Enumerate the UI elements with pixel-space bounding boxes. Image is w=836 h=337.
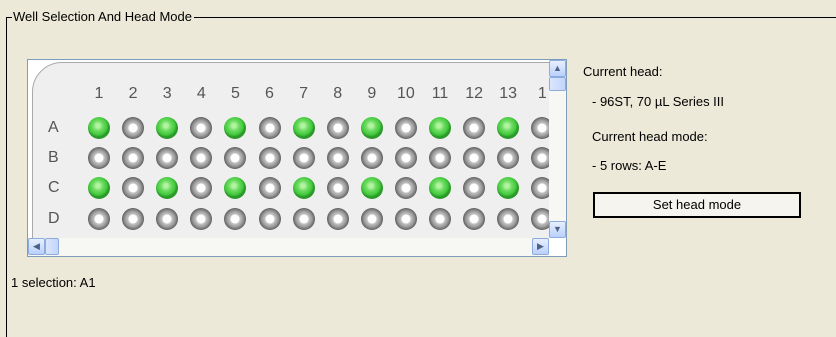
- selection-status: 1 selection: A1: [11, 275, 96, 290]
- vertical-scrollbar[interactable]: ▲ ▼: [549, 60, 566, 238]
- vertical-scroll-thumb[interactable]: [549, 77, 566, 91]
- column-label: 13: [499, 85, 518, 102]
- well-D3[interactable]: [156, 207, 179, 230]
- well-C14[interactable]: [531, 177, 549, 200]
- well-D5[interactable]: [224, 207, 247, 230]
- well-A9[interactable]: [360, 117, 383, 139]
- well-D6[interactable]: [258, 207, 281, 230]
- horizontal-scroll-thumb[interactable]: [45, 238, 59, 255]
- well-C6[interactable]: [258, 177, 281, 200]
- row-label: C: [48, 179, 60, 197]
- row-label: A: [48, 119, 59, 136]
- column-label: 7: [299, 85, 309, 102]
- row-label: B: [48, 149, 59, 167]
- well-D12[interactable]: [463, 207, 486, 230]
- column-label: 4: [196, 85, 206, 102]
- plate-viewport: 1 2 3 4 5 6 7 8 9 10 11 12 13 1 A B C D: [28, 60, 549, 238]
- column-label: 10: [396, 85, 415, 102]
- well-B9[interactable]: [360, 147, 383, 170]
- current-head-mode-label: Current head mode:: [592, 129, 708, 144]
- arrow-up-icon[interactable]: ▲: [549, 60, 566, 77]
- well-A8[interactable]: [326, 117, 349, 139]
- well-B10[interactable]: [394, 147, 417, 170]
- well-D7[interactable]: [292, 207, 315, 230]
- well-D11[interactable]: [429, 207, 451, 230]
- arrow-down-icon[interactable]: ▼: [549, 221, 566, 238]
- current-head-value: - 96ST, 70 µL Series III: [592, 94, 725, 109]
- well-D13[interactable]: [497, 207, 520, 230]
- well-C8[interactable]: [326, 177, 349, 200]
- plate-view[interactable]: 1 2 3 4 5 6 7 8 9 10 11 12 13 1 A B C D ▲ ▼ ◀ ▶: [27, 59, 567, 257]
- well-A7[interactable]: [292, 117, 315, 139]
- column-label: 5: [230, 85, 240, 102]
- well-A11[interactable]: [429, 117, 451, 139]
- set-head-mode-button[interactable]: Set head mode: [593, 192, 801, 218]
- well-D14[interactable]: [531, 207, 549, 230]
- well-B7[interactable]: [292, 147, 315, 170]
- column-label: 11: [431, 85, 449, 102]
- column-label: 6: [265, 85, 274, 102]
- well-B8[interactable]: [326, 147, 349, 170]
- column-label: 3: [162, 85, 172, 102]
- column-label: 9: [367, 85, 377, 102]
- group-title: Well Selection And Head Mode: [12, 9, 194, 25]
- column-label: 8: [333, 85, 343, 102]
- well-A1[interactable]: [88, 117, 110, 139]
- well-D1[interactable]: [88, 207, 110, 230]
- column-label: 2: [128, 85, 138, 102]
- well-C7[interactable]: [292, 177, 315, 200]
- well-B6[interactable]: [258, 147, 281, 170]
- current-head-mode-value: - 5 rows: A-E: [592, 158, 667, 173]
- well-A14[interactable]: [531, 117, 549, 139]
- well-A6[interactable]: [258, 117, 281, 139]
- well-B14[interactable]: [531, 147, 549, 170]
- column-label: 1: [94, 85, 104, 102]
- well-A12[interactable]: [463, 117, 486, 139]
- well-A2[interactable]: [122, 117, 145, 139]
- arrow-right-icon[interactable]: ▶: [532, 238, 549, 255]
- arrow-left-icon[interactable]: ◀: [28, 238, 45, 255]
- row-label: D: [48, 209, 60, 227]
- well-D9[interactable]: [360, 207, 383, 230]
- well-D2[interactable]: [122, 207, 145, 230]
- horizontal-scrollbar[interactable]: ◀ ▶: [28, 238, 549, 256]
- well-D10[interactable]: [394, 207, 417, 230]
- well-A10[interactable]: [394, 117, 417, 139]
- column-label: 1: [537, 85, 547, 102]
- column-label: 12: [465, 85, 483, 102]
- current-head-label: Current head:: [583, 64, 663, 79]
- well-D8[interactable]: [326, 207, 349, 230]
- well-D4[interactable]: [190, 207, 213, 230]
